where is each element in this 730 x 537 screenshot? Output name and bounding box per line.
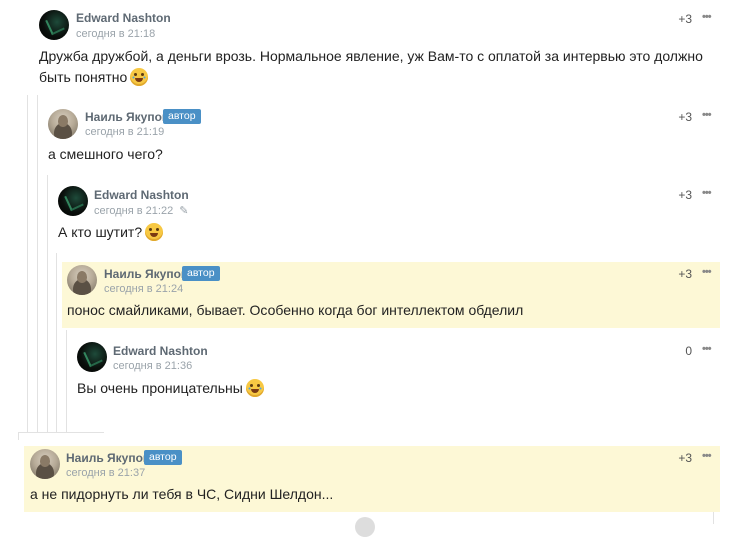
comment: Наиль Якупов автор сегодня в 21:19 +3 ••… xyxy=(38,98,730,176)
comment: Edward Nashton сегодня в 21:36 0 ••• Вы … xyxy=(67,332,730,412)
comment-time[interactable]: сегодня в 21:19 xyxy=(85,126,164,138)
comment-author[interactable]: Edward Nashton xyxy=(76,11,171,25)
author-badge: автор xyxy=(163,109,201,124)
avatar[interactable] xyxy=(30,449,60,479)
comment-text: Вы очень проницательны xyxy=(77,378,264,399)
vote-score: +3 xyxy=(678,188,692,202)
comment-text: А кто шутит? xyxy=(58,222,164,243)
comment-text: понос смайликами, бывает. Особенно когда… xyxy=(67,302,524,318)
comment-time[interactable]: сегодня в 21:22 ✎ xyxy=(94,204,188,217)
more-options-icon[interactable]: ••• xyxy=(702,343,712,355)
comment-highlighted: Наиль Якупов автор сегодня в 21:24 +3 ••… xyxy=(62,262,720,328)
thread-end-line xyxy=(18,432,104,433)
tears-of-joy-emoji-icon xyxy=(245,379,264,397)
comment-highlighted: Наиль Якупов автор сегодня в 21:37 +3 ••… xyxy=(24,446,720,512)
smile-emoji-icon xyxy=(145,223,164,241)
avatar[interactable] xyxy=(77,342,107,372)
vote-score: +3 xyxy=(678,451,692,465)
comment-time[interactable]: сегодня в 21:37 xyxy=(66,467,145,479)
comment-author[interactable]: Наиль Якупов xyxy=(66,451,150,465)
comment-time[interactable]: сегодня в 21:36 xyxy=(113,360,192,372)
thread-line xyxy=(56,253,57,433)
comment-author[interactable]: Наиль Якупов xyxy=(85,110,169,124)
comment-text: Дружба дружбой, а деньги врозь. Нормальн… xyxy=(39,46,719,88)
comment: Edward Nashton сегодня в 21:18 +3 ••• Др… xyxy=(30,0,730,95)
vote-score: 0 xyxy=(685,344,692,358)
avatar[interactable] xyxy=(39,10,69,40)
more-options-icon[interactable]: ••• xyxy=(702,109,712,121)
vote-score: +3 xyxy=(678,267,692,281)
thread-line xyxy=(18,432,19,440)
tears-of-joy-emoji-icon xyxy=(130,68,149,86)
vote-score: +3 xyxy=(678,110,692,124)
comment-text-content: А кто шутит? xyxy=(58,224,143,240)
comment-author[interactable]: Edward Nashton xyxy=(94,188,189,202)
comment-text: а не пидорнуть ли тебя в ЧС, Сидни Шелдо… xyxy=(30,486,334,502)
more-options-icon[interactable]: ••• xyxy=(702,187,712,199)
thread-line xyxy=(713,510,714,524)
comment-author[interactable]: Edward Nashton xyxy=(113,344,208,358)
comment-time-text: сегодня в 21:22 xyxy=(94,205,174,217)
more-options-icon[interactable]: ••• xyxy=(702,11,712,23)
comment-author[interactable]: Наиль Якупов xyxy=(104,267,188,281)
comment: Edward Nashton сегодня в 21:22 ✎ +3 ••• … xyxy=(48,176,730,254)
avatar[interactable] xyxy=(58,186,88,216)
comment-text: а смешного чего? xyxy=(48,146,163,162)
scroll-indicator[interactable] xyxy=(355,517,375,537)
comment-time[interactable]: сегодня в 21:18 xyxy=(76,28,155,40)
comment-time[interactable]: сегодня в 21:24 xyxy=(104,283,183,295)
more-options-icon[interactable]: ••• xyxy=(702,266,712,278)
comment-text-content: Вы очень проницательны xyxy=(77,380,243,396)
pencil-icon: ✎ xyxy=(179,205,189,217)
vote-score: +3 xyxy=(678,12,692,26)
author-badge: автор xyxy=(182,266,220,281)
avatar[interactable] xyxy=(67,265,97,295)
avatar[interactable] xyxy=(48,109,78,139)
author-badge: автор xyxy=(144,450,182,465)
thread-line xyxy=(27,95,28,433)
more-options-icon[interactable]: ••• xyxy=(702,450,712,462)
